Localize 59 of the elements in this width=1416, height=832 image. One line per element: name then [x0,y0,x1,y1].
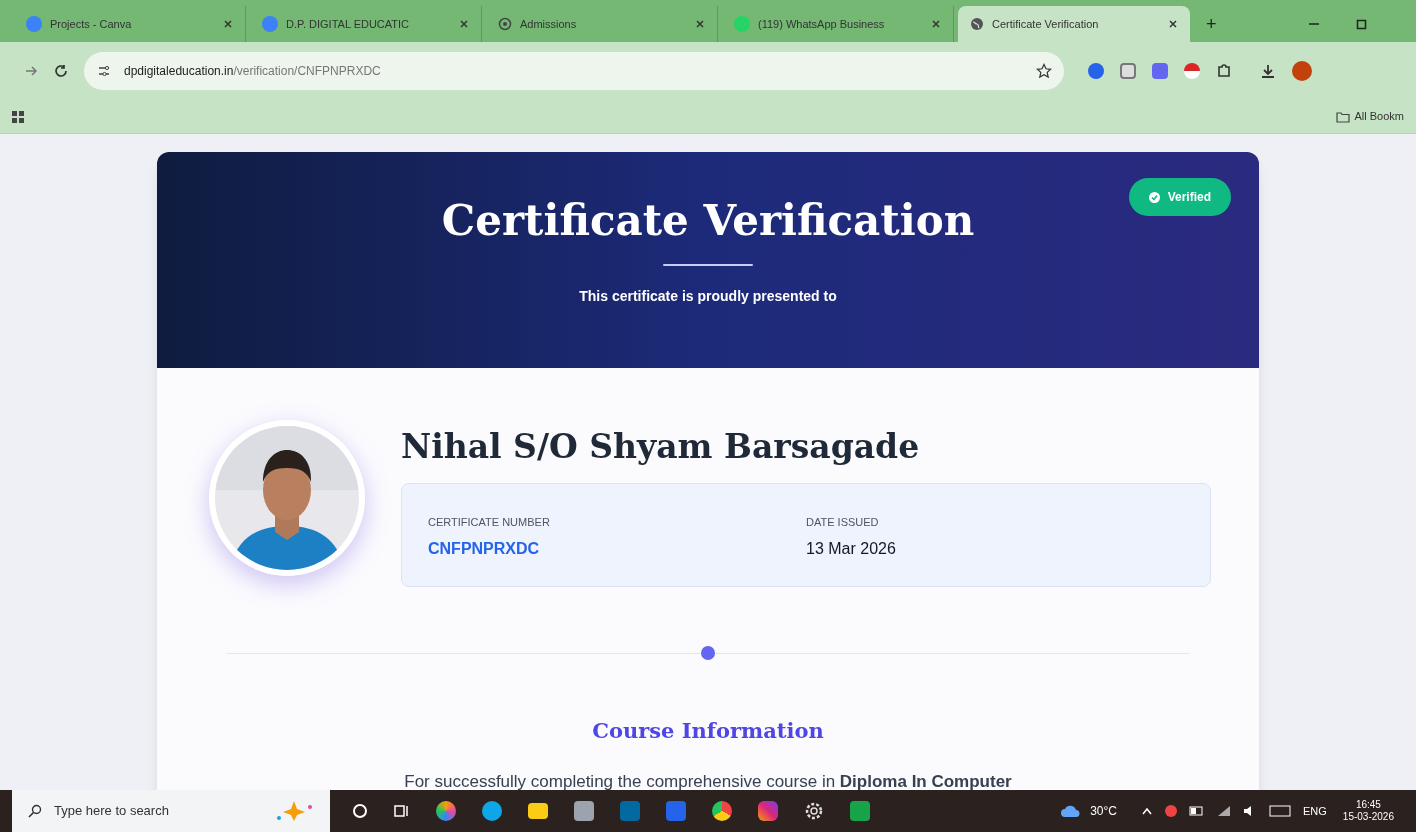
folder-icon[interactable] [528,803,548,819]
tab-title: Certificate Verification [992,16,1100,32]
language-indicator[interactable]: ENG [1303,802,1327,820]
close-icon[interactable] [931,19,941,29]
app-icon[interactable] [574,801,594,821]
all-bookmarks-link[interactable]: All Bookm [1354,108,1404,125]
taskbar-search-field[interactable]: Type here to search [12,790,330,832]
keyboard-icon[interactable] [1269,805,1291,817]
field-value: 13 Mar 2026 [806,538,897,559]
recipient-name: Nihal S/O Shyam Barsagade [401,430,921,463]
course-description: For successfully completing the comprehensive course in Diploma In Computer [403,770,1013,790]
star-icon[interactable] [1036,63,1052,79]
close-icon[interactable] [1168,19,1178,29]
extension-icon[interactable] [1184,63,1200,79]
tab-title: Admissions [520,16,578,32]
tray-icon[interactable] [1165,805,1177,817]
extension-icon[interactable] [1120,63,1136,79]
task-view-icon[interactable] [352,803,368,819]
sparkle-icon [274,799,314,823]
desktops-icon[interactable] [394,803,410,819]
new-tab-button[interactable]: + [1194,6,1229,42]
field-label: CERTIFICATE NUMBER [428,515,551,530]
chevron-up-icon[interactable] [1141,806,1153,816]
tab-title: (119) WhatsApp Business [758,16,886,32]
clock-time[interactable]: 16:45 [1355,798,1381,811]
search-placeholder: Type here to search [54,802,170,821]
restore-icon[interactable] [1356,18,1368,30]
url-text: dpdigitaleducation.in/verification/CNFPNPRXDC [124,63,382,80]
search-icon [28,804,42,818]
close-icon[interactable] [695,19,705,29]
reload-icon[interactable] [54,64,68,78]
browser-tab[interactable]: Certificate Verification [958,6,1190,42]
clock-date[interactable]: 15-03-2026 [1342,811,1394,824]
gear-icon[interactable] [804,801,824,821]
field-label: DATE ISSUED [806,515,880,530]
subtitle: This certificate is proudly presented to [579,287,837,306]
close-icon[interactable] [459,19,469,29]
check-icon [1148,191,1160,203]
folder-icon[interactable] [1336,110,1351,123]
wifi-icon[interactable] [1217,805,1231,817]
close-icon[interactable] [223,19,233,29]
avatar-icon[interactable] [1292,61,1312,81]
address-bar[interactable]: dpdigitaleducation.in/verification/CNFPNPRXDC [84,52,1064,90]
field-value: CNFPNPRXDC [428,538,541,559]
tab-title: Projects - Canva [50,16,133,32]
forward-icon[interactable] [24,64,38,78]
site-info-icon[interactable] [96,63,112,79]
circle-icon [498,17,512,31]
apps-icon[interactable] [12,110,24,123]
page-title: Certificate Verification [441,200,975,242]
battery-icon[interactable] [1189,806,1205,816]
extension-icon[interactable] [1088,63,1104,79]
download-icon[interactable] [1260,63,1276,79]
badge-label: Verified [1167,189,1211,206]
puzzle-icon[interactable] [1216,63,1232,79]
weather-text[interactable]: 30°C [1090,802,1117,820]
section-title: Course Information [591,717,825,745]
globe-icon [970,17,984,31]
tab-title: D.P. DIGITAL EDUCATIC [286,16,411,32]
